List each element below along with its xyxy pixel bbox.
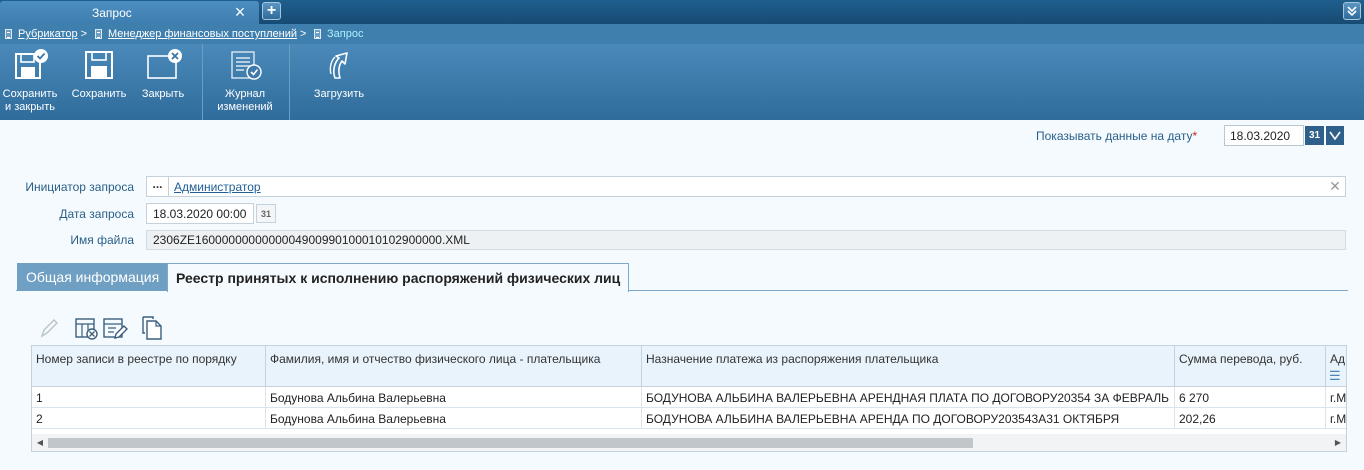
breadcrumb: Рубрикатор > Менеджер финансовых поступле… [0,24,1364,44]
document-icon [95,29,102,39]
close-button[interactable]: Закрыть [134,44,192,120]
calendar-icon[interactable]: 31 [256,204,276,223]
clear-icon[interactable]: ✕ [1328,178,1342,194]
column-header-payment-purpose[interactable]: Назначение платежа из распоряжения плате… [642,346,1175,387]
select-initiator-button[interactable]: ... [147,177,169,196]
date-filter-dropdown-button[interactable] [1326,126,1344,145]
cell-address: г.М [1330,412,1347,426]
horizontal-scrollbar[interactable]: ◀ ▶ [32,434,1346,451]
scrollbar-thumb[interactable] [48,438,973,448]
chevron-down-icon [1329,131,1341,141]
column-header-payer-name[interactable]: Фамилия, имя и отчество физического лица… [266,346,642,387]
required-mark: * [1192,129,1198,143]
close-label: Закрыть [141,88,185,100]
cell-record-number: 2 [32,408,266,428]
main-toolbar: Сохранить и закрыть Сохранить Закрыть Жу… [0,44,1364,120]
table-row[interactable]: 2 Бодунова Альбина Валерьевна БОДУНОВА А… [32,408,1347,429]
toolbar-separator [202,44,203,120]
save-and-close-label: Сохранить и закрыть [2,88,58,113]
save-label: Сохранить [71,88,127,100]
date-filter-label: Показывать данные на дату* [1036,129,1197,143]
breadcrumb-item-current: Запрос [327,28,364,40]
initiator-link[interactable]: Администратор [174,180,261,194]
cell-payer-name: Бодунова Альбина Валерьевна [266,408,642,428]
delete-record-icon[interactable] [74,317,100,341]
tab-bar: Запрос × + [0,0,1364,24]
date-filter-label-text: Показывать данные на дату [1036,129,1193,143]
save-button[interactable]: Сохранить [68,44,130,120]
upload-icon [329,52,348,79]
document-icon [5,29,12,39]
cell-address: г.М [1330,391,1347,405]
tabs-menu-button[interactable] [1343,2,1361,20]
column-header-address[interactable]: Ад ☰ [1326,346,1346,387]
registry-grid: Номер записи в реестре по порядку Фамили… [31,345,1347,452]
breadcrumb-item-rubricator[interactable]: Рубрикатор > [18,28,87,40]
filename-field: 2306ZE1600000000000004900990100010102900… [146,230,1346,250]
calendar-icon[interactable]: 31 [1305,126,1324,145]
cell-record-number: 1 [32,387,266,407]
close-window-icon [147,49,182,79]
change-log-button[interactable]: Журнал изменений [206,44,284,120]
close-tab-icon[interactable]: × [232,3,248,21]
breadcrumb-separator: > [300,28,307,40]
breadcrumb-separator: > [80,28,88,40]
filename-label: Имя файла [70,233,134,247]
cell-payment-purpose: БОДУНОВА АЛЬБИНА ВАЛЕРЬЕВНА АРЕНДА ПО ДО… [642,408,1175,428]
tab-general-info[interactable]: Общая информация [17,263,167,291]
document-icon [314,29,321,39]
cell-amount: 6 270 [1175,387,1326,407]
column-header-amount[interactable]: Сумма перевода, руб. [1175,346,1326,387]
scroll-left-icon[interactable]: ◀ [35,437,45,448]
upload-button[interactable]: Загрузить [300,44,378,120]
cell-payment-purpose: БОДУНОВА АЛЬБИНА ВАЛЕРЬЕВНА АРЕНДНАЯ ПЛА… [642,387,1175,407]
change-log-icon [231,51,262,80]
save-close-icon [15,49,48,79]
edit-pencil-icon[interactable] [38,317,60,339]
change-log-label: Журнал изменений [217,88,273,113]
edit-record-icon[interactable] [102,317,128,341]
column-menu-icon[interactable]: ☰ [1329,368,1341,384]
column-header-address-text: Ад [1330,352,1346,366]
save-and-close-button[interactable]: Сохранить и закрыть [0,44,60,120]
column-header-record-number[interactable]: Номер записи в реестре по порядку [32,346,266,387]
add-tab-button[interactable]: + [262,2,281,20]
table-row[interactable]: 1 Бодунова Альбина Валерьевна БОДУНОВА А… [32,387,1347,408]
copy-icon[interactable] [139,315,163,341]
tab-request[interactable]: Запрос × [0,1,259,24]
breadcrumb-item-finance-manager[interactable]: Менеджер финансовых поступлений > [108,28,306,40]
breadcrumb-link[interactable]: Рубрикатор [18,28,78,40]
cell-amount: 202,26 [1175,408,1326,428]
floppy-disk-icon [85,51,113,79]
tab-title: Запрос [92,6,132,20]
initiator-field[interactable]: ... Администратор ✕ [146,176,1346,197]
cell-payer-name: Бодунова Альбина Валерьевна [266,387,642,407]
double-chevron-down-icon [1347,6,1357,17]
upload-label: Загрузить [313,88,365,100]
grid-header: Номер записи в реестре по порядку Фамили… [32,346,1346,387]
initiator-label: Инициатор запроса [25,180,134,194]
request-date-input[interactable]: 18.03.2020 00:00 [146,203,254,224]
tab-registry[interactable]: Реестр принятых к исполнению распоряжени… [167,263,629,292]
date-filter-input[interactable]: 18.03.2020 [1224,125,1304,146]
breadcrumb-link[interactable]: Менеджер финансовых поступлений [108,28,297,40]
request-date-label: Дата запроса [59,207,134,221]
scroll-right-icon[interactable]: ▶ [1333,437,1343,448]
toolbar-separator [289,44,290,120]
